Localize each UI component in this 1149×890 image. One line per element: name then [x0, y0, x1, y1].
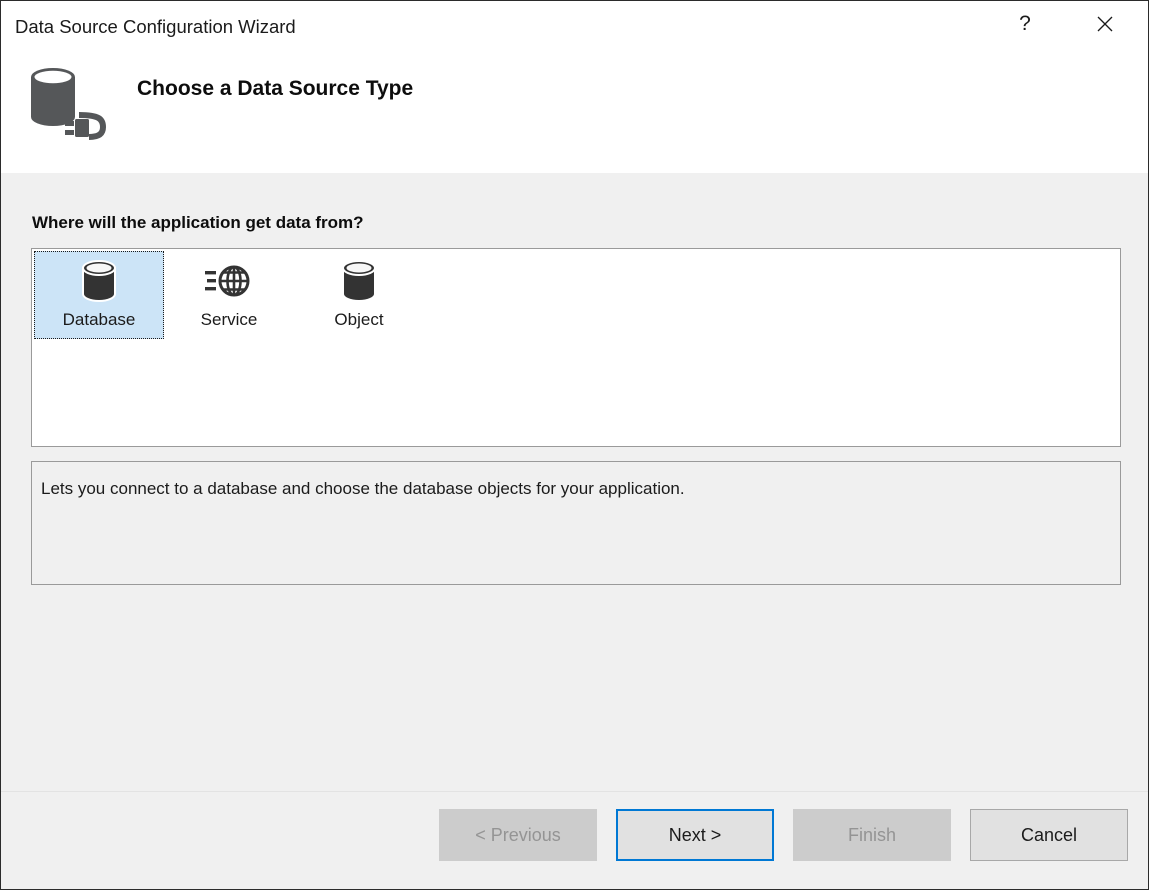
footer-bar: < Previous Next > Finish Cancel [1, 791, 1148, 889]
next-button[interactable]: Next > [616, 809, 774, 861]
globe-service-icon [203, 258, 255, 306]
cancel-button[interactable]: Cancel [970, 809, 1128, 861]
header-banner: Choose a Data Source Type [1, 57, 1148, 173]
wizard-body: Where will the application get data from… [1, 173, 1148, 889]
source-label: Service [201, 310, 258, 330]
data-source-type-list: Database [31, 248, 1121, 447]
database-cylinder-icon [73, 258, 125, 306]
description-panel: Lets you connect to a database and choos… [31, 461, 1121, 585]
titlebar-buttons: ? [1002, 1, 1148, 57]
source-label: Object [334, 310, 383, 330]
help-icon[interactable]: ? [1002, 1, 1048, 47]
window-title: Data Source Configuration Wizard [15, 16, 296, 38]
source-label: Database [63, 310, 136, 330]
data-source-configuration-wizard-window: Data Source Configuration Wizard ? [0, 0, 1149, 890]
object-cylinder-icon [333, 258, 385, 306]
page-title: Choose a Data Source Type [137, 77, 413, 101]
finish-button[interactable]: Finish [793, 809, 951, 861]
footer-button-group: < Previous Next > Finish Cancel [439, 809, 1128, 861]
source-item-service[interactable]: Service [164, 251, 294, 339]
previous-button[interactable]: < Previous [439, 809, 597, 861]
titlebar: Data Source Configuration Wizard ? [1, 1, 1148, 57]
description-text: Lets you connect to a database and choos… [41, 478, 1110, 501]
database-plug-icon [23, 63, 115, 143]
source-list-items: Database [34, 251, 1118, 339]
question-label: Where will the application get data from… [32, 213, 364, 233]
close-icon[interactable] [1082, 1, 1128, 47]
source-item-database[interactable]: Database [34, 251, 164, 339]
source-item-object[interactable]: Object [294, 251, 424, 339]
